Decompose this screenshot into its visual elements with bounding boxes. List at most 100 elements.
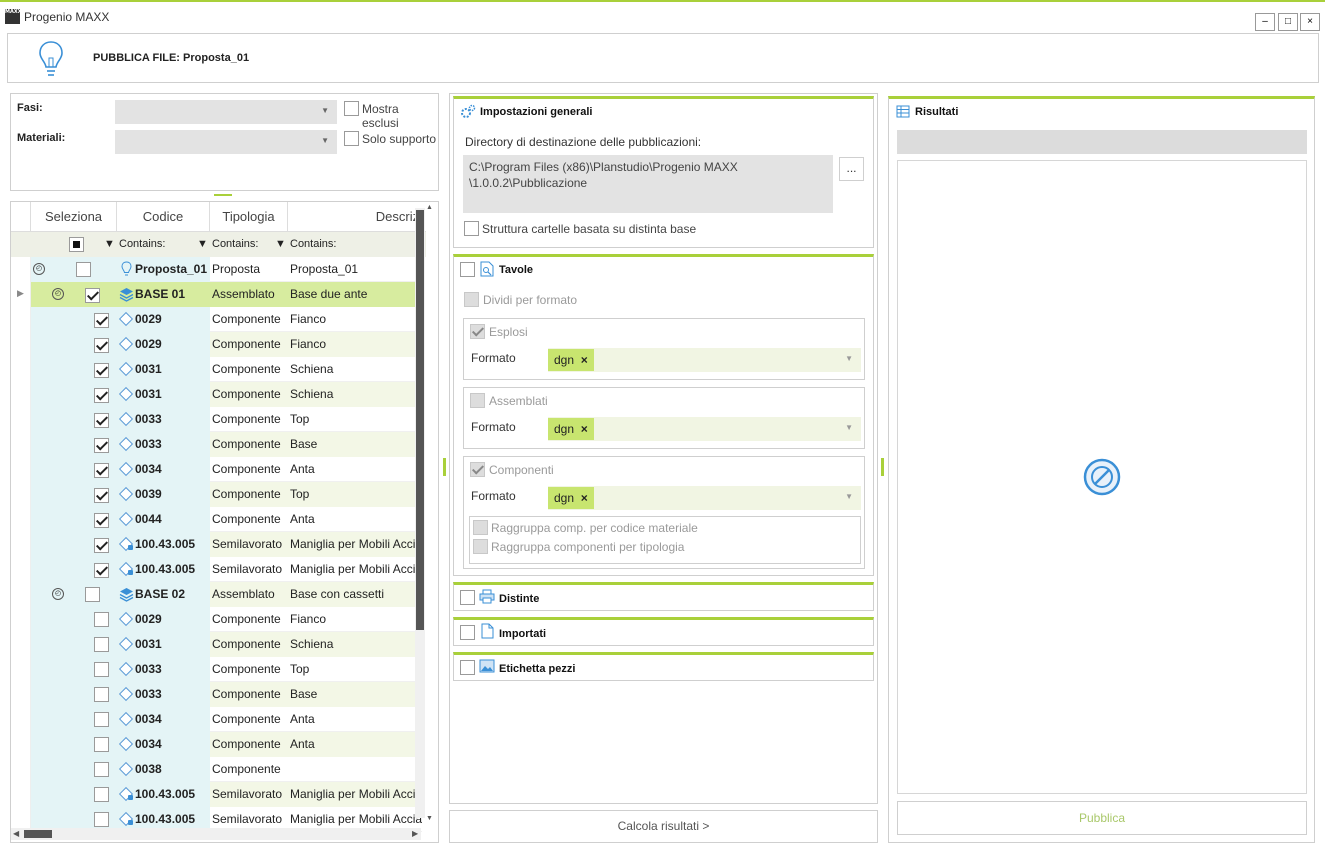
row-checkbox[interactable]	[94, 338, 109, 353]
assemblati-checkbox[interactable]	[470, 393, 485, 408]
table-row[interactable]: 0044 Componente Anta	[11, 507, 422, 532]
grid-horizontal-scrollbar[interactable]	[11, 828, 421, 840]
table-row[interactable]: 0038 Componente	[11, 757, 422, 782]
table-row[interactable]: ◴ BASE 02 Assemblato Base con cassetti	[11, 582, 422, 607]
minimize-button[interactable]: –	[1255, 13, 1275, 31]
row-checkbox[interactable]	[94, 787, 109, 802]
row-checkbox[interactable]	[94, 488, 109, 503]
row-checkbox[interactable]	[94, 513, 109, 528]
struttura-checkbox[interactable]	[464, 221, 479, 236]
row-checkbox[interactable]	[94, 662, 109, 677]
pubblica-button[interactable]: Pubblica	[897, 801, 1307, 835]
row-checkbox[interactable]	[94, 637, 109, 652]
type-cell: Componente	[212, 612, 281, 626]
solo-supporto-label: Solo supporto	[362, 132, 437, 146]
collapse-icon[interactable]: ◴	[52, 588, 64, 600]
row-checkbox[interactable]	[94, 463, 109, 478]
right-splitter-grip[interactable]	[881, 458, 884, 476]
row-checkbox[interactable]	[94, 438, 109, 453]
row-checkbox[interactable]	[94, 687, 109, 702]
componenti-format-select[interactable]: dgn × ▼	[548, 486, 861, 510]
row-checkbox[interactable]	[94, 812, 109, 827]
column-header-descrizione[interactable]: Descrizi	[288, 202, 426, 232]
table-row[interactable]: 0031 Componente Schiena	[11, 382, 422, 407]
raggruppa-materiale-checkbox[interactable]	[473, 520, 488, 535]
raggruppa-tipologia-checkbox[interactable]	[473, 539, 488, 554]
row-checkbox[interactable]	[94, 762, 109, 777]
componenti-checkbox[interactable]	[470, 462, 485, 477]
table-row[interactable]: 0034 Componente Anta	[11, 732, 422, 757]
table-row[interactable]: ▶ ◴ BASE 01 Assemblato Base due ante	[11, 282, 422, 307]
collapse-icon[interactable]: ◴	[52, 288, 64, 300]
remove-tag-icon[interactable]: ×	[581, 422, 588, 436]
grid-hscroll-thumb[interactable]	[24, 830, 52, 838]
fasi-dropdown[interactable]: ▼	[115, 100, 337, 124]
row-checkbox[interactable]	[94, 313, 109, 328]
table-row[interactable]: 100.43.005 Semilavorato Maniglia per Mobil…	[11, 557, 422, 582]
row-checkbox[interactable]	[94, 712, 109, 727]
browse-button[interactable]: ...	[839, 157, 864, 181]
table-row[interactable]: 0033 Componente Top	[11, 407, 422, 432]
table-row[interactable]: 0034 Componente Anta	[11, 457, 422, 482]
scroll-right-icon[interactable]: ▶	[412, 829, 418, 838]
table-row[interactable]: 100.43.005 Semilavorato Maniglia per Mobil…	[11, 532, 422, 557]
tavole-checkbox[interactable]	[460, 262, 475, 277]
esplosi-format-select[interactable]: dgn × ▼	[548, 348, 861, 372]
materiali-dropdown[interactable]: ▼	[115, 130, 337, 154]
select-all-checkbox[interactable]	[69, 237, 84, 252]
importati-checkbox[interactable]	[460, 625, 475, 640]
table-row[interactable]: 0031 Componente Schiena	[11, 632, 422, 657]
filter-funnel-icon[interactable]: ▼	[275, 232, 286, 257]
distinte-checkbox[interactable]	[460, 590, 475, 605]
column-header-codice[interactable]: Codice	[117, 202, 210, 232]
table-row[interactable]: 100.43.005 Semilavorato Maniglia per Mobil…	[11, 782, 422, 807]
table-row[interactable]: 0034 Componente Anta	[11, 707, 422, 732]
close-button[interactable]: ×	[1300, 13, 1320, 31]
row-checkbox[interactable]	[85, 587, 100, 602]
table-row[interactable]: 0029 Componente Fianco	[11, 332, 422, 357]
row-checkbox[interactable]	[94, 737, 109, 752]
calcola-risultati-button[interactable]: Calcola risultati >	[449, 810, 878, 843]
row-checkbox[interactable]	[94, 563, 109, 578]
maximize-button[interactable]: □	[1278, 13, 1298, 31]
grid-scroll-thumb[interactable]	[416, 210, 424, 630]
mostra-esclusi-checkbox[interactable]	[344, 101, 359, 116]
table-row[interactable]: 0033 Componente Base	[11, 432, 422, 457]
dividi-checkbox[interactable]	[464, 292, 479, 307]
etichetta-checkbox[interactable]	[460, 660, 475, 675]
table-row[interactable]: 0033 Componente Base	[11, 682, 422, 707]
remove-tag-icon[interactable]: ×	[581, 491, 588, 505]
codice-filter[interactable]: Contains:	[119, 232, 165, 257]
scroll-up-icon[interactable]: ▲	[426, 204, 433, 211]
row-checkbox[interactable]	[76, 262, 91, 277]
select-cell	[31, 432, 117, 457]
remove-tag-icon[interactable]: ×	[581, 353, 588, 367]
column-header-seleziona[interactable]: Seleziona	[31, 202, 117, 232]
left-splitter-grip[interactable]	[443, 458, 446, 476]
esplosi-checkbox[interactable]	[470, 324, 485, 339]
scroll-down-icon[interactable]: ▼	[426, 815, 433, 822]
row-checkbox[interactable]	[94, 413, 109, 428]
row-checkbox[interactable]	[85, 288, 100, 303]
row-checkbox[interactable]	[94, 363, 109, 378]
table-row[interactable]: 0031 Componente Schiena	[11, 357, 422, 382]
collapse-icon[interactable]: ◴	[33, 263, 45, 275]
filter-funnel-icon[interactable]: ▼	[104, 232, 115, 257]
table-row[interactable]: 0029 Componente Fianco	[11, 607, 422, 632]
table-row[interactable]: ◴ Proposta_01 Proposta Proposta_01	[11, 257, 422, 282]
splitter-grip[interactable]	[214, 194, 232, 196]
column-header-tipologia[interactable]: Tipologia	[210, 202, 288, 232]
solo-supporto-checkbox[interactable]	[344, 131, 359, 146]
scroll-left-icon[interactable]: ◀	[13, 829, 19, 838]
table-row[interactable]: 0029 Componente Fianco	[11, 307, 422, 332]
table-row[interactable]: 0033 Componente Top	[11, 657, 422, 682]
row-checkbox[interactable]	[94, 388, 109, 403]
descrizione-filter[interactable]: Contains:	[290, 232, 336, 257]
assemblati-format-select[interactable]: dgn × ▼	[548, 417, 861, 441]
row-checkbox[interactable]	[94, 612, 109, 627]
table-row[interactable]: 0039 Componente Top	[11, 482, 422, 507]
row-checkbox[interactable]	[94, 538, 109, 553]
filter-funnel-icon[interactable]: ▼	[197, 232, 208, 257]
tipologia-filter[interactable]: Contains:	[212, 232, 258, 257]
directory-field[interactable]: C:\Program Files (x86)\Planstudio\Progen…	[463, 155, 833, 213]
